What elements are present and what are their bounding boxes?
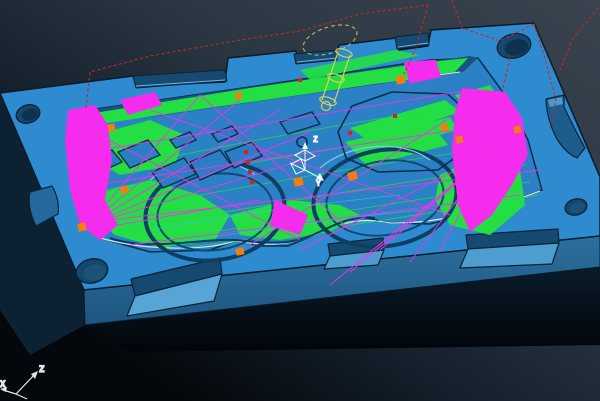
triad-z-label: Z <box>39 365 45 375</box>
triad-x-label: X <box>0 380 6 390</box>
cad-viewport[interactable]: Z Y Z X <box>0 0 600 401</box>
wcs-y-label: Y <box>316 179 321 188</box>
viewport-canvas[interactable]: Z Y Z X <box>0 0 600 401</box>
wcs-z-label: Z <box>313 135 318 144</box>
